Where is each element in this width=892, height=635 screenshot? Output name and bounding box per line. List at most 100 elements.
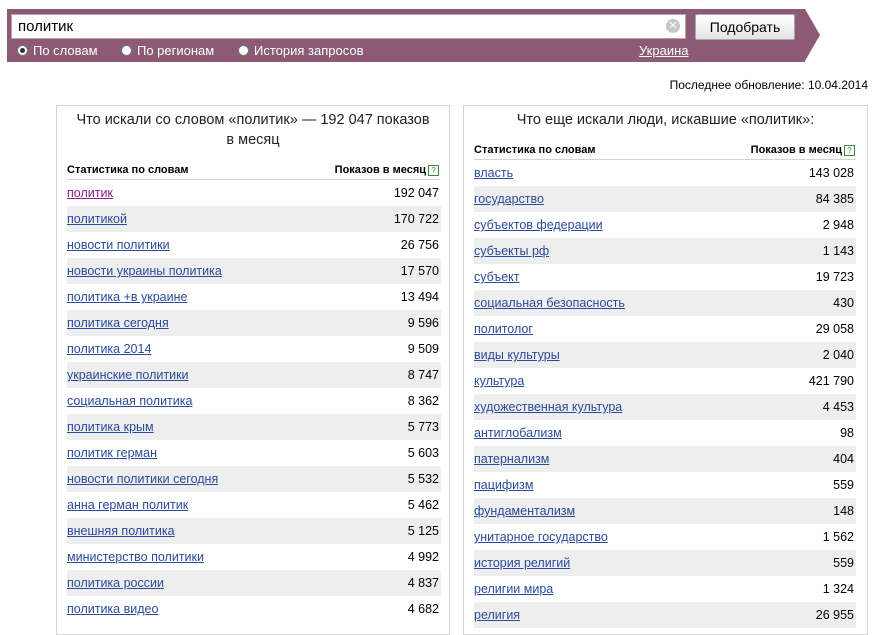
keyword-link[interactable]: социальная политика — [67, 394, 192, 408]
shows-count: 1 143 — [822, 244, 854, 258]
keyword-link[interactable]: виды культуры — [474, 348, 560, 362]
shows-count: 404 — [833, 452, 854, 466]
table-row: история религий 559 — [474, 550, 856, 576]
table-row: субъект 19 723 — [474, 264, 856, 290]
shows-count: 26 756 — [400, 238, 439, 252]
shows-count: 5 532 — [407, 472, 439, 486]
keyword-link[interactable]: политикой — [67, 212, 127, 226]
table-row: политик герман 5 603 — [67, 440, 441, 466]
mode-history[interactable]: История запросов — [238, 43, 364, 59]
right-panel-title: Что еще искали люди, искавшие «политик»: — [516, 112, 815, 128]
keyword-link[interactable]: художественная культура — [474, 400, 622, 414]
keyword-link[interactable]: унитарное государство — [474, 530, 608, 544]
keyword-link[interactable]: политика видео — [67, 602, 158, 616]
shows-count: 1 562 — [822, 530, 854, 544]
shows-count: 8 362 — [407, 394, 439, 408]
shows-count: 5 603 — [407, 446, 439, 460]
table-row: политика +в украине 13 494 — [67, 284, 441, 310]
radio-icon — [121, 45, 132, 56]
right-col-shows: Показов в месяц? — [751, 144, 855, 156]
table-row: новости политики 26 756 — [67, 232, 441, 258]
table-row: культура 421 790 — [474, 368, 856, 394]
keyword-link[interactable]: политика +в украине — [67, 290, 187, 304]
shows-count: 17 570 — [400, 264, 439, 278]
keyword-link[interactable]: история религий — [474, 556, 570, 570]
keyword-link[interactable]: социальная безопасность — [474, 296, 625, 310]
keyword-link[interactable]: пацифизм — [474, 478, 533, 492]
left-title-line1: Что искали со словом «политик» — 192 047… — [76, 112, 430, 128]
table-row: политик 192 047 — [67, 180, 441, 206]
keyword-link[interactable]: государство — [474, 192, 544, 206]
mode-by-regions[interactable]: По регионам — [121, 43, 214, 59]
shows-count: 430 — [833, 296, 854, 310]
right-col-shows-label: Показов в месяц — [750, 144, 842, 156]
shows-count: 4 837 — [407, 576, 439, 590]
mode-label: По словам — [33, 43, 98, 58]
keyword-link[interactable]: субъекты рф — [474, 244, 549, 258]
keyword-link[interactable]: политика россии — [67, 576, 164, 590]
help-icon[interactable]: ? — [844, 145, 855, 156]
shows-count: 29 058 — [815, 322, 854, 336]
keyword-link[interactable]: новости политики сегодня — [67, 472, 218, 486]
right-col-words: Статистика по словам — [474, 144, 596, 156]
left-title-line2: в месяц — [226, 132, 280, 148]
keyword-link[interactable]: политика 2014 — [67, 342, 151, 356]
shows-count: 8 747 — [407, 368, 439, 382]
keyword-link[interactable]: политолог — [474, 322, 533, 336]
keyword-link[interactable]: культура — [474, 374, 524, 388]
keyword-link[interactable]: политик герман — [67, 446, 157, 460]
table-row: политика россии 4 837 — [67, 570, 441, 596]
radio-selected-icon — [17, 45, 28, 56]
keyword-link[interactable]: патернализм — [474, 452, 549, 466]
help-icon[interactable]: ? — [428, 165, 439, 176]
pick-button[interactable]: Подобрать — [695, 14, 795, 40]
region-link[interactable]: Украина — [639, 43, 689, 58]
left-panel: Что искали со словом «политик» — 192 047… — [56, 105, 450, 635]
mode-label: По регионам — [137, 43, 215, 58]
keyword-link[interactable]: религия — [474, 608, 520, 622]
shows-count: 9 596 — [407, 316, 439, 330]
shows-count: 98 — [840, 426, 854, 440]
keyword-link[interactable]: внешняя политика — [67, 524, 175, 538]
last-updated: Последнее обновление: 10.04.2014 — [669, 78, 868, 92]
keyword-link[interactable]: политика сегодня — [67, 316, 169, 330]
shows-count: 192 047 — [393, 186, 439, 200]
radio-icon — [238, 45, 249, 56]
shows-count: 13 494 — [400, 290, 439, 304]
keyword-link[interactable]: украинские политики — [67, 368, 189, 382]
table-row: государство 84 385 — [474, 186, 856, 212]
clear-icon[interactable]: ✕ — [666, 19, 680, 33]
keyword-link[interactable]: фундаментализм — [474, 504, 575, 518]
shows-count: 143 028 — [808, 166, 854, 180]
table-row: власть 143 028 — [474, 160, 856, 186]
table-row: политолог 29 058 — [474, 316, 856, 342]
shows-count: 148 — [833, 504, 854, 518]
table-row: социальная безопасность 430 — [474, 290, 856, 316]
right-panel: Что еще искали люди, искавшие «политик»:… — [463, 105, 868, 635]
search-bar-arrow — [805, 9, 820, 61]
table-row: патернализм 404 — [474, 446, 856, 472]
table-row: министерство политики 4 992 — [67, 544, 441, 570]
shows-count: 4 682 — [407, 602, 439, 616]
shows-count: 84 385 — [815, 192, 854, 206]
keyword-link[interactable]: религии мира — [474, 582, 553, 596]
keyword-link[interactable]: антиглобализм — [474, 426, 562, 440]
keyword-link[interactable]: политика крым — [67, 420, 154, 434]
keyword-link[interactable]: власть — [474, 166, 513, 180]
keyword-link[interactable]: новости политики — [67, 238, 170, 252]
search-input[interactable] — [11, 14, 686, 39]
keyword-link[interactable]: субъект — [474, 270, 519, 284]
keyword-link[interactable]: новости украины политика — [67, 264, 222, 278]
table-row: политика сегодня 9 596 — [67, 310, 441, 336]
left-col-shows-label: Показов в месяц — [334, 164, 426, 176]
mode-by-words[interactable]: По словам — [17, 43, 98, 59]
keyword-link[interactable]: субъектов федерации — [474, 218, 603, 232]
keyword-link[interactable]: политик — [67, 186, 113, 200]
keyword-link[interactable]: анна герман политик — [67, 498, 188, 512]
shows-count: 559 — [833, 478, 854, 492]
shows-count: 4 453 — [822, 400, 854, 414]
keyword-link[interactable]: министерство политики — [67, 550, 204, 564]
shows-count: 5 125 — [407, 524, 439, 538]
table-row: пацифизм 559 — [474, 472, 856, 498]
shows-count: 2 948 — [822, 218, 854, 232]
